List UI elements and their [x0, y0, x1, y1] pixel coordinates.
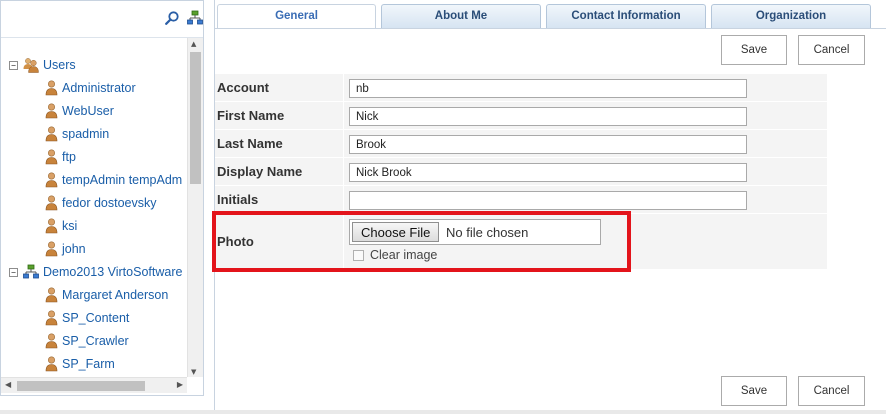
- tree-node-label[interactable]: ksi: [62, 219, 77, 233]
- scroll-down-arrow-icon[interactable]: ▼: [191, 368, 196, 376]
- tree-node-label[interactable]: Users: [43, 58, 76, 72]
- display-name-field[interactable]: [349, 163, 747, 182]
- tab-divider: [215, 28, 886, 29]
- last-name-row: Last Name: [215, 130, 827, 158]
- file-status-text: No file chosen: [446, 225, 529, 240]
- last-name-field[interactable]: [349, 135, 747, 154]
- tab-general[interactable]: General: [217, 4, 376, 29]
- tree-node-label[interactable]: SP_Crawler: [62, 334, 129, 348]
- cancel-button-bottom[interactable]: Cancel: [798, 376, 865, 406]
- tree-node-label[interactable]: WebUser: [62, 104, 114, 118]
- search-icon[interactable]: [165, 11, 179, 25]
- first-name-label: First Name: [217, 108, 285, 123]
- tree-node-organization[interactable]: − Demo2013 VirtoSoftware: [9, 262, 182, 282]
- first-name-row: First Name: [215, 102, 827, 130]
- user-icon: [45, 218, 58, 234]
- save-button-top[interactable]: Save: [721, 35, 787, 65]
- user-icon: [45, 356, 58, 372]
- tab-about-me[interactable]: About Me: [381, 4, 541, 28]
- tree-node-user[interactable]: john: [45, 239, 86, 259]
- initials-field[interactable]: [349, 191, 747, 210]
- tree-node-label[interactable]: Demo2013 VirtoSoftware: [43, 265, 182, 279]
- tree-node-user[interactable]: tempAdmin tempAdm: [45, 170, 182, 190]
- photo-row: Photo Choose File No file chosen Clear i…: [215, 214, 827, 270]
- tree-node-label[interactable]: Administrator: [62, 81, 136, 95]
- tree-node-user[interactable]: ftp: [45, 147, 76, 167]
- user-icon: [45, 80, 58, 96]
- user-properties-panel: General About Me Contact Information Org…: [212, 0, 886, 414]
- scrollbar-thumb[interactable]: [190, 52, 201, 184]
- column-separator: [343, 214, 344, 269]
- user-icon: [45, 195, 58, 211]
- user-icon: [45, 287, 58, 303]
- user-tree: − Users Administrator WebUser spadmin ftp temp…: [1, 37, 203, 377]
- user-icon: [45, 333, 58, 349]
- hierarchy-icon[interactable]: [187, 10, 203, 26]
- collapse-toggle-icon[interactable]: −: [9, 60, 18, 70]
- clear-image-checkbox[interactable]: [353, 250, 364, 261]
- tree-toolbar: [5, 5, 203, 31]
- tree-node-user[interactable]: SP_Crawler: [45, 331, 129, 351]
- tree-node-label[interactable]: tempAdmin tempAdm: [62, 173, 182, 187]
- account-row: Account: [215, 74, 827, 102]
- users-group-icon: [23, 57, 39, 73]
- tree-node-group[interactable]: − Users: [9, 55, 76, 75]
- tree-node-user[interactable]: SP_Content: [45, 308, 129, 328]
- tab-organization[interactable]: Organization: [711, 4, 871, 28]
- tree-node-user[interactable]: Margaret Anderson: [45, 285, 168, 305]
- tree-node-label[interactable]: SP_Content: [62, 311, 129, 325]
- tree-horizontal-scrollbar[interactable]: ◀ ▶: [1, 377, 187, 393]
- display-name-label: Display Name: [217, 164, 303, 179]
- cancel-button-top[interactable]: Cancel: [798, 35, 865, 65]
- scroll-right-arrow-icon[interactable]: ▶: [177, 380, 183, 389]
- user-icon: [45, 103, 58, 119]
- user-icon: [45, 172, 58, 188]
- choose-file-button[interactable]: Choose File: [352, 222, 440, 242]
- tree-node-user[interactable]: fedor dostoevsky: [45, 193, 157, 213]
- user-icon: [45, 310, 58, 326]
- column-separator: [343, 186, 344, 213]
- tree-node-user[interactable]: SP_Farm: [45, 354, 115, 374]
- last-name-label: Last Name: [217, 136, 283, 151]
- tree-node-label[interactable]: spadmin: [62, 127, 109, 141]
- account-label: Account: [217, 80, 269, 95]
- tree-node-user[interactable]: WebUser: [45, 101, 114, 121]
- clear-image-label[interactable]: Clear image: [370, 248, 437, 262]
- window-bottom-border: [0, 410, 886, 414]
- tree-node-user[interactable]: ksi: [45, 216, 77, 236]
- tree-node-user[interactable]: Administrator: [45, 78, 136, 98]
- user-tree-list: − Users Administrator WebUser spadmin ftp temp…: [1, 38, 187, 377]
- tree-node-label[interactable]: SP_Farm: [62, 357, 115, 371]
- tree-node-user[interactable]: spadmin: [45, 124, 109, 144]
- column-separator: [343, 130, 344, 157]
- tree-node-label[interactable]: ftp: [62, 150, 76, 164]
- user-icon: [45, 241, 58, 257]
- column-separator: [343, 102, 344, 129]
- scroll-up-arrow-icon[interactable]: ▲: [191, 40, 196, 48]
- column-separator: [343, 158, 344, 185]
- user-icon: [45, 149, 58, 165]
- first-name-field[interactable]: [349, 107, 747, 126]
- directory-panel: − Users Administrator WebUser spadmin ftp temp…: [0, 0, 204, 396]
- display-name-row: Display Name: [215, 158, 827, 186]
- tree-node-label[interactable]: john: [62, 242, 86, 256]
- tab-contact-information[interactable]: Contact Information: [546, 4, 706, 28]
- tree-node-label[interactable]: fedor dostoevsky: [62, 196, 157, 210]
- tree-node-label[interactable]: Margaret Anderson: [62, 288, 168, 302]
- account-field[interactable]: [349, 79, 747, 98]
- photo-file-input[interactable]: Choose File No file chosen: [349, 219, 601, 245]
- column-separator: [343, 74, 344, 101]
- save-button-bottom[interactable]: Save: [721, 376, 787, 406]
- organization-icon: [23, 264, 39, 280]
- tab-bar: General About Me Contact Information Org…: [215, 4, 886, 29]
- scrollbar-thumb[interactable]: [17, 381, 145, 391]
- initials-row: Initials: [215, 186, 827, 214]
- user-icon: [45, 126, 58, 142]
- collapse-toggle-icon[interactable]: −: [9, 267, 18, 277]
- photo-label: Photo: [217, 234, 254, 249]
- scroll-left-arrow-icon[interactable]: ◀: [5, 380, 11, 389]
- initials-label: Initials: [217, 192, 259, 207]
- tree-vertical-scrollbar[interactable]: ▲ ▼: [187, 38, 203, 377]
